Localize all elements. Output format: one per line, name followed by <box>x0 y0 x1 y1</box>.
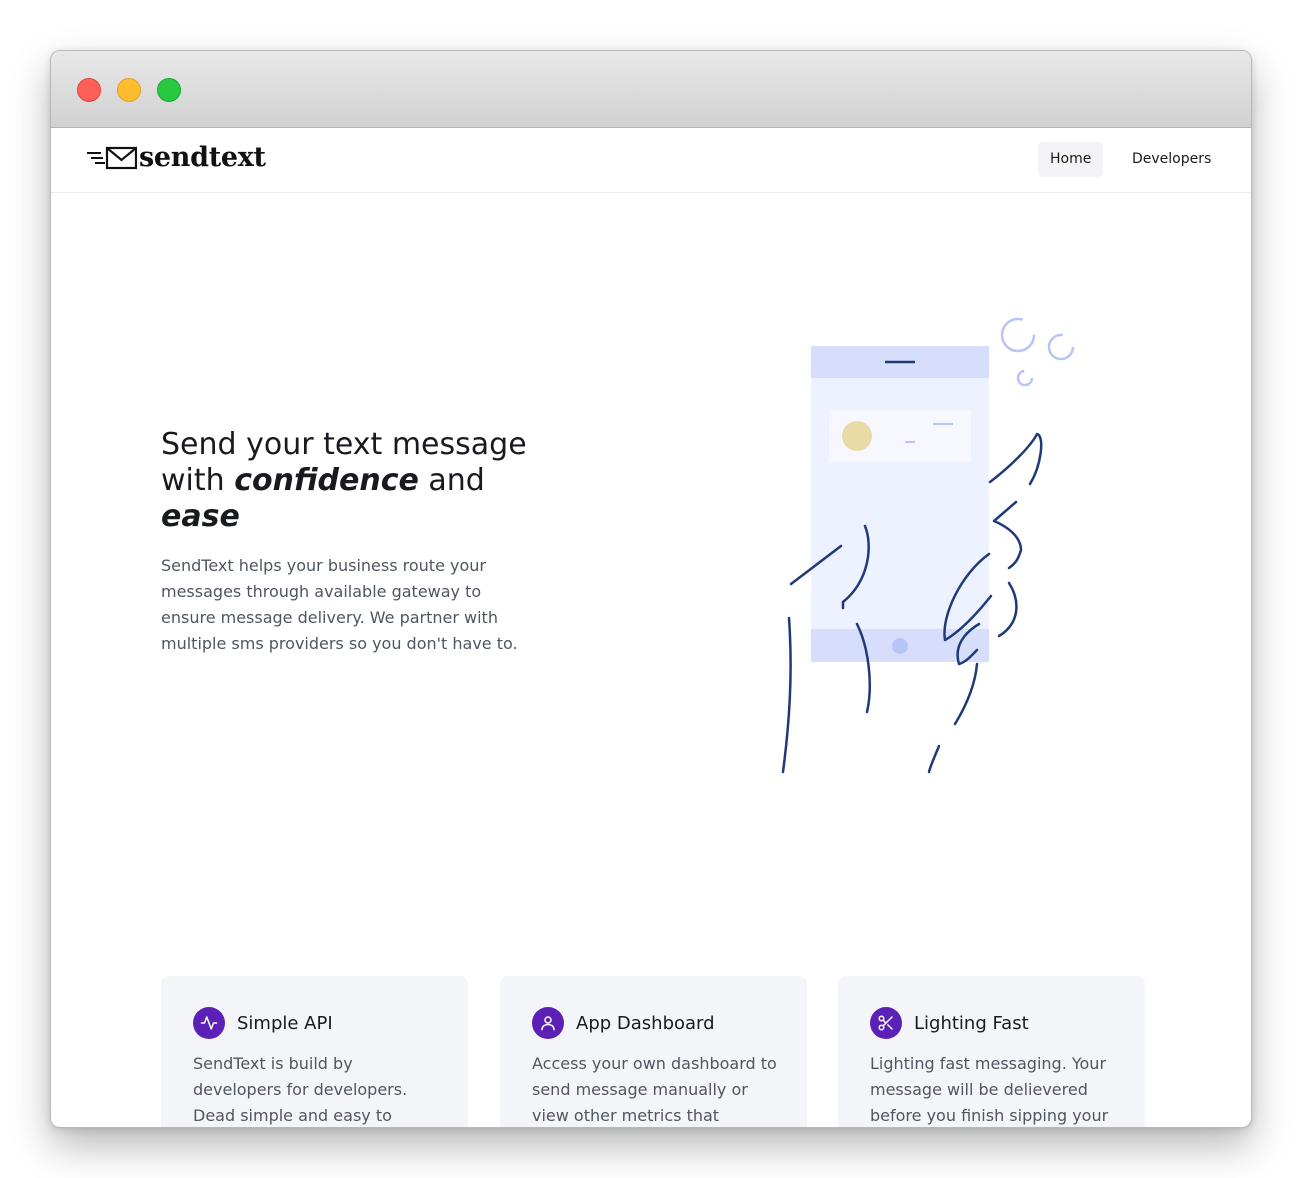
scissors-icon <box>870 1007 902 1039</box>
hero-title-emphasis-ease: ease <box>161 499 240 534</box>
feature-description: Access your own dashboard to send messag… <box>532 1054 777 1125</box>
logo-wordmark: sendtext <box>139 142 266 173</box>
nav-home-link[interactable]: Home <box>1038 142 1104 177</box>
feature-card-lighting-fast: Lighting Fast Lighting fast messaging. Y… <box>838 976 1145 1127</box>
close-window-button[interactable] <box>77 78 101 102</box>
nav-developers-link[interactable]: Developers <box>1120 142 1223 177</box>
hero-title-emphasis-confidence: confidence <box>234 463 419 498</box>
site-navbar: sendtext Home Developers <box>51 128 1251 193</box>
feature-title: App Dashboard <box>576 1012 715 1034</box>
feature-title: Lighting Fast <box>914 1012 1029 1034</box>
feature-card-header: Lighting Fast <box>870 1007 1029 1039</box>
feature-description: Lighting fast messaging. Your message wi… <box>870 1054 1109 1125</box>
feature-card-header: App Dashboard <box>532 1007 715 1039</box>
feature-card-simple-api: Simple API SendText is build by develope… <box>161 976 468 1127</box>
site-logo[interactable]: sendtext <box>87 140 266 176</box>
hero-description: SendText helps your business route your … <box>161 556 518 653</box>
hero-title: Send your text message with confidence a… <box>161 427 561 535</box>
feature-title: Simple API <box>237 1012 333 1034</box>
user-icon <box>532 1007 564 1039</box>
feature-card-header: Simple API <box>193 1007 333 1039</box>
envelope-logo-icon <box>87 146 137 170</box>
activity-icon <box>193 1007 225 1039</box>
hero-section: Send your text message with confidence a… <box>161 427 561 657</box>
browser-window: sendtext Home Developers Send your text … <box>50 50 1252 1128</box>
maximize-window-button[interactable] <box>157 78 181 102</box>
window-titlebar <box>51 51 1251 128</box>
feature-card-app-dashboard: App Dashboard Access your own dashboard … <box>500 976 807 1127</box>
feature-description: SendText is build by developers for deve… <box>193 1054 408 1125</box>
minimize-window-button[interactable] <box>117 78 141 102</box>
hero-title-mid: and <box>418 463 485 498</box>
hand-holding-phone-illustration <box>781 317 1075 774</box>
